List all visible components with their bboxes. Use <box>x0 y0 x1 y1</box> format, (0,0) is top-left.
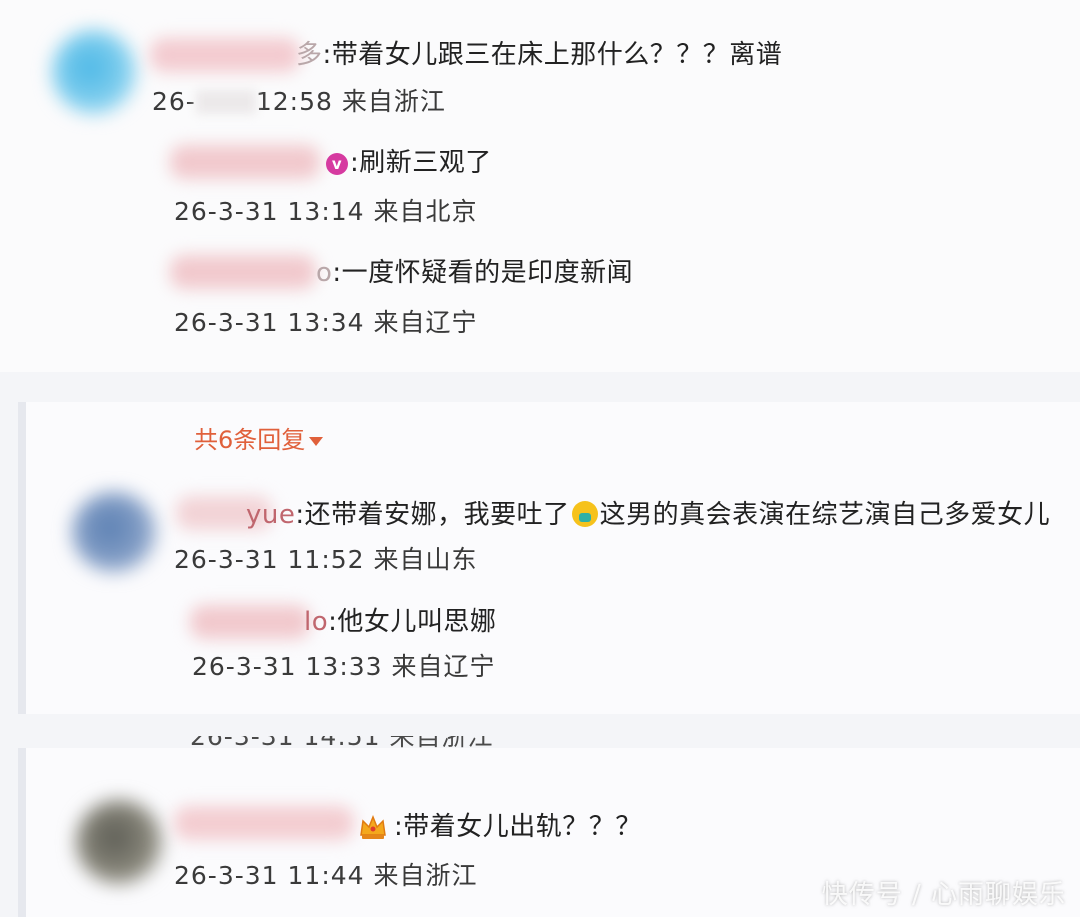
reply-body: :一度怀疑看的是印度新闻 <box>332 258 634 288</box>
comment-body-continued: 这男的真会表演在综艺演自己多爱女儿 <box>599 500 1051 530</box>
expand-replies-button[interactable]: 共6条回复 <box>194 424 324 456</box>
comment-meta: 26-3-31 11:44 来自浙江 <box>174 861 478 890</box>
crown-badge-icon <box>360 814 386 839</box>
username-blurred[interactable] <box>150 38 300 72</box>
expand-replies-label: 共6条回复 <box>194 426 306 454</box>
reply-body: :他女儿叫思娜 <box>328 607 497 637</box>
reply-username-blurred[interactable] <box>170 255 316 289</box>
comment-screenshot: 多:带着女儿跟三在床上那什么？？？离谱 26- 12:58 来自浙江 v:刷新三观… <box>0 0 1080 917</box>
comment-body: :带着女儿跟三在床上那什么？？？离谱 <box>322 40 783 70</box>
reply-username-blurred[interactable] <box>190 605 310 639</box>
reply-text: o:一度怀疑看的是印度新闻 <box>316 256 633 290</box>
reply-username-blurred[interactable] <box>170 145 320 179</box>
user-avatar[interactable] <box>52 30 136 114</box>
caret-down-icon <box>309 436 324 446</box>
vomiting-emoji-icon <box>571 501 598 527</box>
comment-body: :还带着安娜，我要吐了 <box>295 500 570 530</box>
comment-text: :带着女儿出轨？？？ <box>394 812 642 842</box>
username-fragment[interactable]: o <box>316 258 332 288</box>
reply-text: lo:他女儿叫思娜 <box>304 605 496 639</box>
reply-meta: 26-3-31 13:33 来自辽宁 <box>192 652 496 681</box>
username-fragment[interactable]: lo <box>304 607 328 637</box>
comment-text: 多:带着女儿跟三在床上那什么？？？离谱 <box>296 38 782 72</box>
reply-text: v:刷新三观了 <box>326 146 492 180</box>
clipped-meta-text: 26-3-31 14:51 来自浙江 <box>190 736 494 751</box>
username-fragment[interactable]: yue <box>246 500 295 530</box>
comment-date-fragment: 26- <box>152 87 196 116</box>
reply-body: :刷新三观了 <box>350 148 492 178</box>
reply-meta: 26-3-31 13:34 来自辽宁 <box>174 308 478 337</box>
username-fragment[interactable]: 多 <box>296 40 323 70</box>
watermark-text: 快传号 / 心雨聊娱乐 <box>821 880 1066 910</box>
user-avatar[interactable] <box>72 492 156 572</box>
date-blurred <box>195 90 256 114</box>
comment-meta: 26-3-31 11:52 来自山东 <box>174 545 478 574</box>
comment-meta: 26- 12:58 来自浙江 <box>152 86 446 118</box>
comment-location: 来自浙江 <box>341 87 446 116</box>
reply-meta: 26-3-31 13:14 来自北京 <box>174 197 478 226</box>
comment-text: yue:还带着安娜，我要吐了 这男的真会表演在综艺演自己多爱女儿 <box>246 498 1050 532</box>
user-avatar[interactable] <box>76 800 162 884</box>
comment-time: 12:58 <box>255 87 333 116</box>
username-blurred[interactable] <box>174 806 354 840</box>
vip-badge-icon: v <box>326 153 348 175</box>
